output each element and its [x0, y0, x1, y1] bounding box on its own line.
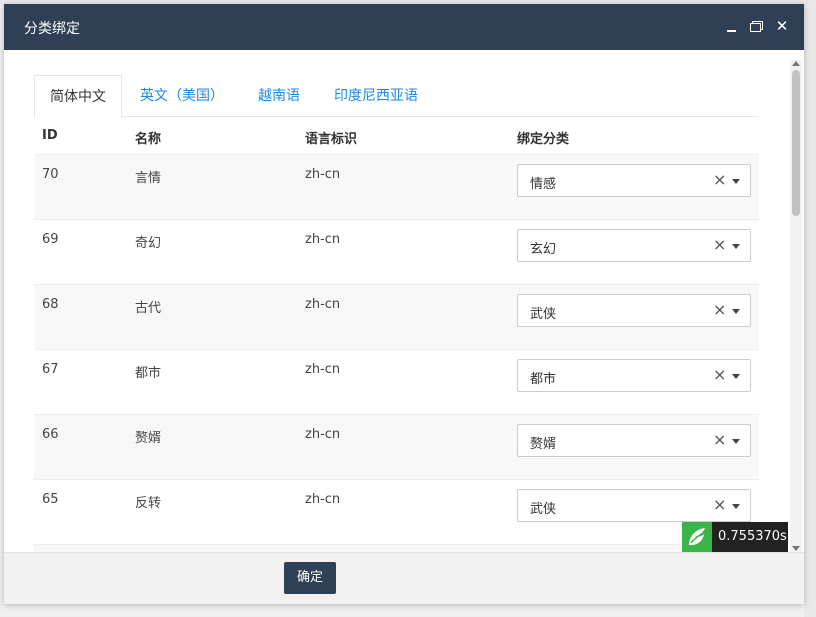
table-row: 65 反转 zh-cn 武侠 ×	[34, 479, 759, 544]
category-table: ID 名称 语言标识 绑定分类 70 言情 zh-cn 情感 × 69 奇幻 z…	[34, 118, 759, 552]
row-id: 67	[42, 362, 59, 377]
row-lang: zh-cn	[305, 167, 341, 182]
table-row	[34, 544, 759, 552]
timer-value: 0.755370s	[718, 529, 787, 544]
category-select-value: 情感	[530, 177, 557, 192]
category-select[interactable]: 都市 ×	[517, 359, 751, 392]
confirm-button[interactable]: 确定	[284, 562, 336, 594]
row-lang: zh-cn	[305, 362, 341, 377]
clear-icon[interactable]: ×	[713, 430, 726, 449]
row-name: 都市	[135, 366, 162, 381]
clear-icon[interactable]: ×	[713, 300, 726, 319]
table-row: 68 古代 zh-cn 武侠 ×	[34, 284, 759, 349]
vertical-scrollbar[interactable]	[790, 60, 802, 554]
header-name: 名称	[135, 132, 162, 147]
row-name: 反转	[135, 496, 162, 511]
close-icon[interactable]: ✕	[774, 18, 790, 34]
category-select[interactable]: 赘婿 ×	[517, 424, 751, 457]
maximize-icon[interactable]	[748, 18, 764, 34]
page-timer-badge: 0.755370s	[682, 522, 788, 552]
category-select-value: 都市	[530, 372, 557, 387]
dialog-content: 简体中文 英文（美国） 越南语 印度尼西亚语 ID 名称 语言标识 绑定分类 7…	[4, 50, 804, 552]
chevron-down-icon[interactable]	[732, 179, 740, 184]
chevron-down-icon[interactable]	[732, 374, 740, 379]
tab-indonesian[interactable]: 印度尼西亚语	[334, 75, 418, 117]
chevron-down-icon[interactable]	[732, 504, 740, 509]
leaf-logo-icon	[682, 522, 712, 552]
category-select-value: 赘婿	[530, 437, 557, 452]
row-id: 70	[42, 167, 59, 182]
chevron-down-icon[interactable]	[732, 309, 740, 314]
category-select[interactable]: 武侠 ×	[517, 489, 751, 522]
category-select[interactable]: 玄幻 ×	[517, 229, 751, 262]
clear-icon[interactable]: ×	[713, 170, 726, 189]
scroll-down-icon[interactable]	[792, 546, 800, 551]
row-name: 赘婿	[135, 431, 162, 446]
chevron-down-icon[interactable]	[732, 244, 740, 249]
row-name: 奇幻	[135, 236, 162, 251]
dialog-titlebar: 分类绑定 ✕	[4, 4, 804, 50]
scroll-thumb[interactable]	[792, 70, 800, 216]
table-row: 67 都市 zh-cn 都市 ×	[34, 349, 759, 414]
clear-icon[interactable]: ×	[713, 235, 726, 254]
row-name: 古代	[135, 301, 162, 316]
category-bind-dialog: 分类绑定 ✕ 简体中文 英文（美国） 越南语 印度尼西亚语 ID 名称 语言标识…	[4, 4, 804, 604]
language-tabs: 简体中文 英文（美国） 越南语 印度尼西亚语	[34, 75, 759, 118]
minimize-icon[interactable]	[724, 18, 740, 34]
row-id: 68	[42, 297, 59, 312]
table-row: 66 赘婿 zh-cn 赘婿 ×	[34, 414, 759, 479]
table-row: 69 奇幻 zh-cn 玄幻 ×	[34, 219, 759, 284]
category-select[interactable]: 情感 ×	[517, 164, 751, 197]
row-lang: zh-cn	[305, 492, 341, 507]
row-name: 言情	[135, 171, 162, 186]
row-id: 69	[42, 232, 59, 247]
table-header: ID 名称 语言标识 绑定分类	[34, 118, 759, 154]
row-lang: zh-cn	[305, 232, 341, 247]
category-select-value: 玄幻	[530, 242, 557, 257]
scroll-up-icon[interactable]	[792, 61, 800, 66]
header-bind: 绑定分类	[517, 132, 570, 147]
row-id: 66	[42, 427, 59, 442]
tab-zh-cn[interactable]: 简体中文	[34, 75, 122, 118]
category-select[interactable]: 武侠 ×	[517, 294, 751, 327]
chevron-down-icon[interactable]	[732, 439, 740, 444]
row-lang: zh-cn	[305, 427, 341, 442]
row-id: 65	[42, 492, 59, 507]
dialog-footer: 确定	[4, 552, 804, 604]
category-select-value: 武侠	[530, 502, 557, 517]
tab-en-us[interactable]: 英文（美国）	[140, 75, 224, 117]
background-right	[804, 4, 816, 617]
header-lang: 语言标识	[305, 132, 358, 147]
clear-icon[interactable]: ×	[713, 495, 726, 514]
header-id: ID	[42, 128, 58, 143]
dialog-title: 分类绑定	[24, 21, 80, 37]
category-select-value: 武侠	[530, 307, 557, 322]
clear-icon[interactable]: ×	[713, 365, 726, 384]
row-lang: zh-cn	[305, 297, 341, 312]
table-row: 70 言情 zh-cn 情感 ×	[34, 154, 759, 219]
tab-vietnamese[interactable]: 越南语	[258, 75, 300, 117]
